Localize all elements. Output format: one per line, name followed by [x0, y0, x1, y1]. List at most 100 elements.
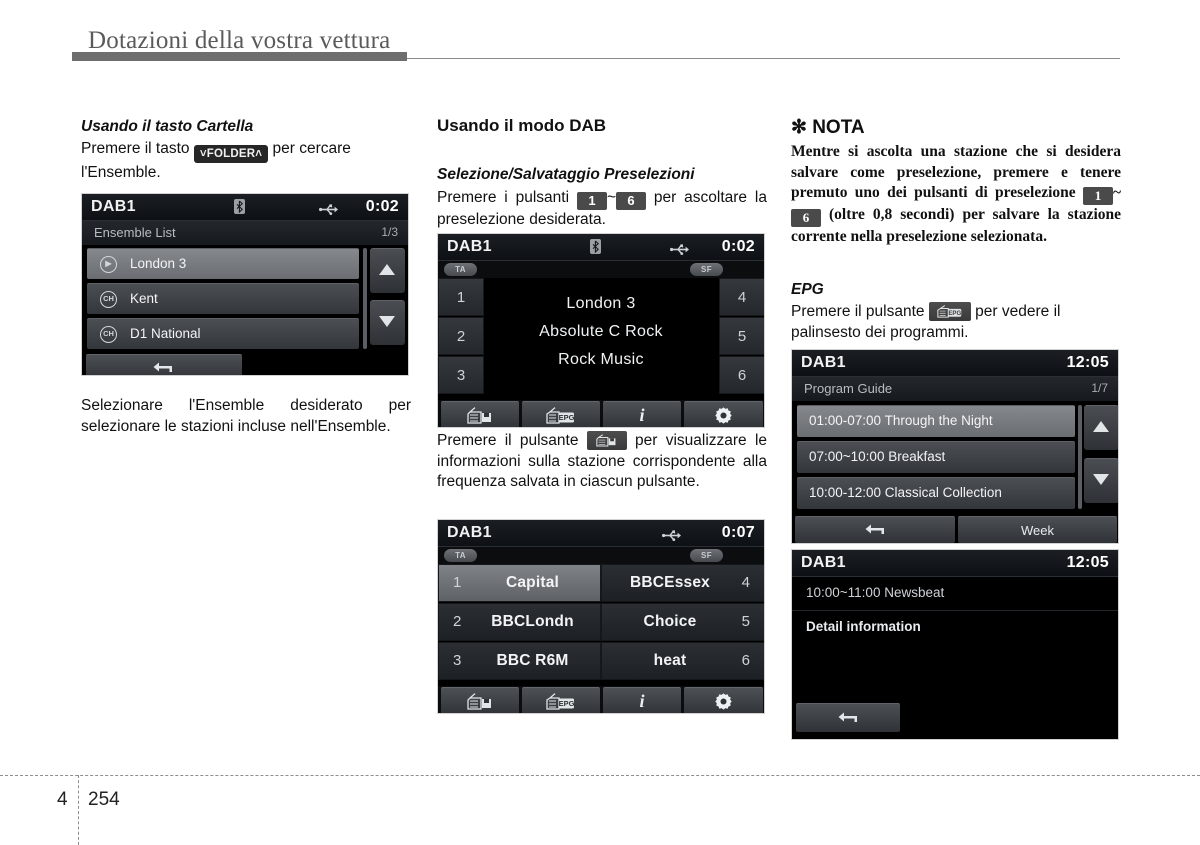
status-bar: DAB1 0:02: [438, 234, 764, 261]
radio-epg-icon: EPG: [546, 693, 575, 710]
footer-divider: [0, 775, 1200, 776]
settings-gear-icon: [715, 693, 732, 710]
clock-label: 12:05: [1066, 354, 1109, 371]
status-bar: DAB1 12:05: [792, 350, 1118, 377]
screen-program-detail[interactable]: DAB1 12:05 10:00~11:00 Newsbeat Detail i…: [791, 549, 1119, 740]
station-name: heat: [653, 652, 687, 669]
preset-button-4[interactable]: 4: [719, 278, 764, 316]
station-preset-grid: 1 Capital BBCEssex 4 2 BBCLondn Choice 5…: [438, 564, 764, 686]
sf-indicator[interactable]: SF: [690, 263, 723, 276]
list-item-label: 10:00-12:00 Classical Collection: [809, 485, 1002, 500]
preset-number: 5: [741, 613, 750, 630]
bluetooth-icon: [590, 239, 601, 259]
col2-heading: Usando il modo DAB: [437, 116, 607, 135]
info-button[interactable]: i: [603, 401, 681, 427]
station-preset-3[interactable]: 3 BBC R6M: [438, 642, 601, 680]
station-preset-5[interactable]: Choice 5: [601, 603, 764, 641]
clock-label: 12:05: [1066, 554, 1109, 571]
preset-button-2[interactable]: 2: [438, 317, 484, 355]
preset-button-6[interactable]: 6: [719, 356, 764, 394]
note-title: NOTA: [812, 117, 865, 138]
radio-info-button[interactable]: [441, 687, 519, 713]
screen-toolbar: EPG i: [438, 686, 764, 713]
radio-epg-button[interactable]: EPG: [522, 687, 600, 713]
station-preset-2[interactable]: 2 BBCLondn: [438, 603, 601, 641]
triangle-up-icon: [1093, 421, 1109, 432]
info-button[interactable]: i: [603, 687, 681, 713]
list-item[interactable]: ▶ London 3: [87, 248, 359, 279]
note-asterisk-icon: ✻: [791, 117, 807, 138]
scroll-up-button[interactable]: [1084, 405, 1118, 450]
chevron-down-icon: ˅: [199, 148, 207, 160]
page-indicator: 1/7: [1091, 381, 1108, 395]
preset-number: 6: [737, 367, 747, 384]
preset-number: 3: [456, 367, 466, 384]
svg-text:EPG: EPG: [948, 311, 961, 317]
radio-epg-button[interactable]: EPG: [522, 401, 600, 427]
ta-indicator[interactable]: TA: [444, 263, 477, 276]
station-preset-1[interactable]: 1 Capital: [438, 564, 601, 602]
epg-paragraph: Premere il pulsante EPG per vedere il pa…: [791, 302, 1121, 343]
list-item[interactable]: CH D1 National: [87, 318, 359, 349]
radio-info-button[interactable]: [441, 401, 519, 427]
status-bar: DAB1 0:02: [82, 194, 408, 221]
source-label: DAB1: [447, 238, 492, 255]
preset-button-5[interactable]: 5: [719, 317, 764, 355]
week-button[interactable]: Week: [958, 516, 1117, 543]
screen-title: Ensemble List: [94, 225, 176, 240]
list-item[interactable]: 10:00-12:00 Classical Collection: [797, 477, 1075, 509]
screen-title: Program Guide: [804, 381, 893, 396]
radio-epg-icon: EPG: [937, 305, 961, 318]
list-item-label: London 3: [130, 256, 187, 271]
usb-icon: [319, 202, 339, 220]
list-item[interactable]: 01:00-07:00 Through the Night: [797, 405, 1075, 437]
page-number: 254: [88, 789, 120, 810]
radio-epg-key-badge: EPG: [928, 302, 971, 321]
ch-circle-icon: CH: [100, 291, 117, 308]
screen-bottom-bar: Week: [792, 516, 1118, 543]
ensemble-list: ▶ London 3 CH Kent CH D1 National: [82, 245, 408, 353]
page-title: Dotazioni della vostra vettura: [88, 27, 391, 54]
scrollbar[interactable]: [363, 248, 367, 349]
scroll-down-button[interactable]: [370, 300, 405, 345]
sf-indicator[interactable]: SF: [690, 549, 723, 562]
screen-program-guide[interactable]: DAB1 12:05 Program Guide 1/7 01:00-07:00…: [791, 349, 1119, 544]
screen-dab-presets[interactable]: DAB1 0:02 TA SF 1 2 3 4 5 6 London 3 Abs…: [437, 233, 765, 428]
tag-bar: TA SF: [438, 547, 764, 564]
page-indicator: 1/3: [381, 225, 398, 239]
station-preset-4[interactable]: BBCEssex 4: [601, 564, 764, 602]
source-label: DAB1: [801, 554, 846, 571]
scrollbar[interactable]: [1078, 405, 1082, 509]
preset-button-1[interactable]: 1: [438, 278, 484, 316]
program-title: 10:00~11:00 Newsbeat: [806, 585, 945, 600]
back-arrow-icon: [153, 362, 172, 372]
preset-number: 2: [453, 613, 462, 630]
preset-button-3[interactable]: 3: [438, 356, 484, 394]
screen-ensemble-list[interactable]: DAB1 0:02 Ensemble List 1/3 ▶ London 3 C…: [81, 193, 409, 376]
screen-dab-station-presets[interactable]: DAB1 0:07 TA SF 1 Capital BBCEssex 4 2 B…: [437, 519, 765, 714]
triangle-up-icon: [379, 264, 395, 275]
settings-button[interactable]: [684, 401, 763, 427]
radio-info-icon: [596, 434, 616, 447]
station-preset-6[interactable]: heat 6: [601, 642, 764, 680]
screen-title-bar: Program Guide 1/7: [792, 377, 1118, 401]
radio-info-key-badge: [586, 431, 627, 450]
col1-intro-paragraph: Premere il tasto ˅FOLDER˄ per cercare l'…: [81, 139, 411, 184]
back-button[interactable]: [86, 354, 242, 375]
settings-button[interactable]: [684, 687, 763, 713]
scroll-down-button[interactable]: [1084, 458, 1118, 503]
list-item[interactable]: 07:00~10:00 Breakfast: [797, 441, 1075, 473]
now-playing-genre: Rock Music: [558, 351, 644, 368]
scroll-up-button[interactable]: [370, 248, 405, 293]
svg-text:EPG: EPG: [559, 699, 575, 708]
program-guide-list: 01:00-07:00 Through the Night 07:00~10:0…: [792, 401, 1118, 516]
back-button[interactable]: [795, 516, 955, 543]
back-button[interactable]: [796, 703, 900, 732]
ta-indicator[interactable]: TA: [444, 549, 477, 562]
list-item[interactable]: CH Kent: [87, 283, 359, 314]
bluetooth-icon: [234, 199, 245, 219]
screen-title-bar: Ensemble List 1/3: [82, 221, 408, 245]
preset-number: 4: [741, 574, 750, 591]
svg-text:EPG: EPG: [559, 413, 575, 422]
preset-key-1-badge: 1: [1082, 187, 1113, 205]
